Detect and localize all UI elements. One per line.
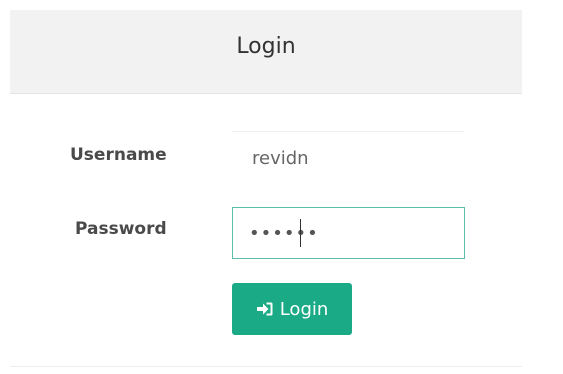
username-label: Username [70, 145, 167, 165]
login-panel: Login Username Password Login [10, 10, 522, 367]
text-caret [300, 219, 301, 247]
sign-in-icon [256, 301, 274, 317]
login-button[interactable]: Login [232, 283, 352, 335]
username-input[interactable] [232, 131, 464, 185]
password-label: Password [75, 219, 167, 239]
panel-title: Login [236, 34, 296, 59]
panel-header: Login [10, 10, 522, 94]
password-input[interactable] [232, 207, 465, 259]
login-button-label: Login [279, 298, 329, 320]
